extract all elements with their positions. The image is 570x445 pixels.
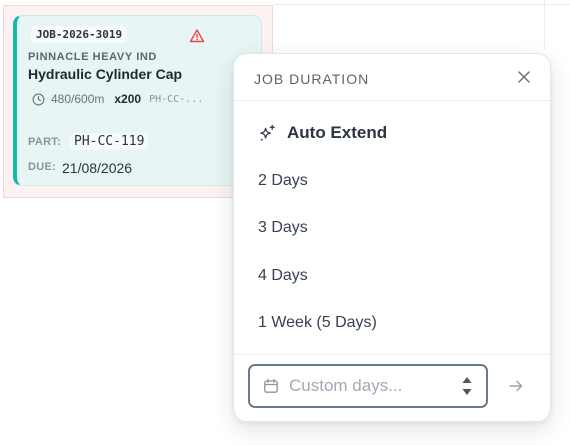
part-label: PART: (28, 136, 62, 148)
sparkle-icon (260, 124, 275, 141)
option-label: Auto Extend (287, 123, 388, 142)
custom-days-field[interactable] (248, 364, 488, 408)
number-stepper-icon[interactable] (460, 373, 474, 399)
job-duration: 480/600m (51, 92, 105, 106)
option-2-days[interactable]: 2 Days (234, 161, 550, 201)
warning-icon (189, 29, 205, 43)
scheduler-canvas: JOB-2026-3019 PINNACLE HEAVY IND Hydraul… (0, 0, 570, 445)
option-1-week[interactable]: 1 Week (5 Days) (234, 303, 550, 343)
option-auto-extend[interactable]: Auto Extend (234, 113, 550, 153)
close-icon[interactable] (516, 69, 532, 85)
popover-footer-divider (234, 354, 550, 355)
part-name: Hydraulic Cylinder Cap (28, 66, 183, 82)
customer-name: PINNACLE HEAVY IND (28, 51, 157, 63)
calendar-icon (264, 378, 278, 393)
option-label: 1 Week (5 Days) (258, 314, 377, 331)
popover-title: JOB DURATION (254, 71, 370, 87)
option-4-days[interactable]: 4 Days (234, 256, 550, 296)
option-3-days[interactable]: 3 Days (234, 208, 550, 248)
option-label: 4 Days (258, 267, 308, 284)
job-meta-row: 480/600m x200 PH-CC-... (32, 92, 203, 106)
job-id-badge: JOB-2026-3019 (31, 26, 128, 43)
grid-line (274, 4, 570, 5)
grid-divider (544, 0, 545, 50)
arrow-right-icon[interactable] (507, 377, 525, 395)
job-duration-popover: JOB DURATION Auto Extend 2 Days 3 Days 4… (233, 53, 551, 422)
custom-days-input[interactable] (289, 376, 449, 396)
due-label: DUE: (28, 161, 57, 173)
job-card[interactable]: JOB-2026-3019 PINNACLE HEAVY IND Hydraul… (13, 15, 262, 186)
option-label: 3 Days (258, 219, 308, 236)
part-number: PH-CC-119 (70, 133, 149, 150)
option-label: 2 Days (258, 172, 308, 189)
clock-icon (32, 93, 45, 105)
job-code: PH-CC-... (149, 93, 204, 105)
popover-header: JOB DURATION (234, 54, 550, 101)
due-date: 21/08/2026 (62, 160, 133, 176)
job-quantity: x200 (114, 92, 142, 106)
